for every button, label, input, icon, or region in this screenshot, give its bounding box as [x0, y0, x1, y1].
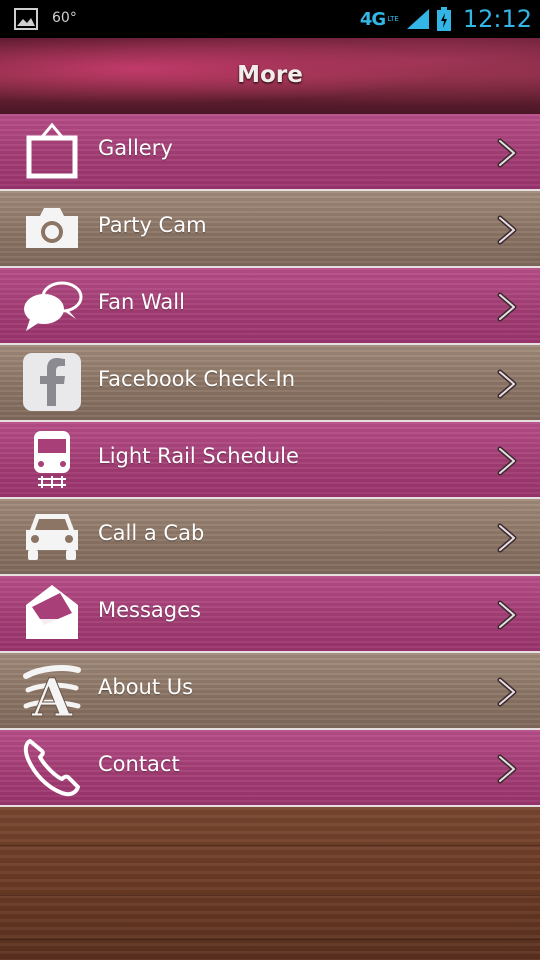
- menu-item-facebook-check-in[interactable]: Facebook Check-In: [0, 345, 540, 422]
- menu-item-label: About Us: [98, 675, 194, 699]
- svg-text:A: A: [31, 668, 73, 720]
- wood-background: [0, 807, 540, 960]
- chevron-right-icon: [497, 446, 517, 476]
- menu-item-light-rail-schedule[interactable]: Light Rail Schedule: [0, 422, 540, 499]
- network-type: 4G: [359, 8, 386, 30]
- menu-item-label: Party Cam: [98, 213, 207, 237]
- menu-item-fan-wall[interactable]: Fan Wall: [0, 268, 540, 345]
- phone-icon: [23, 739, 80, 797]
- status-bar: 60° 4G LTE 12:12: [0, 0, 540, 38]
- picture-frame-icon: [26, 122, 78, 179]
- chevron-right-icon: [497, 600, 517, 630]
- chevron-right-icon: [497, 677, 517, 707]
- image-notification-icon: [14, 8, 38, 30]
- signal-icon: [406, 9, 429, 29]
- chevron-right-icon: [497, 292, 517, 322]
- header: More: [0, 38, 540, 114]
- page-title: More: [237, 62, 303, 88]
- menu-item-label: Messages: [98, 598, 201, 622]
- menu-list: Gallery Party Cam Fan Wall Facebook Chec…: [0, 114, 540, 807]
- wood-plank-line: [0, 939, 540, 940]
- chevron-right-icon: [497, 138, 517, 168]
- facebook-icon: [23, 353, 81, 411]
- menu-item-label: Facebook Check-In: [98, 367, 296, 391]
- train-icon: [34, 431, 70, 488]
- menu-item-gallery[interactable]: Gallery: [0, 114, 540, 191]
- chevron-right-icon: [497, 754, 517, 784]
- chat-bubbles-icon: [24, 281, 83, 331]
- menu-item-contact[interactable]: Contact: [0, 730, 540, 807]
- chevron-right-icon: [497, 523, 517, 553]
- menu-item-about-us[interactable]: A About Us: [0, 653, 540, 730]
- status-indicators: 4G LTE 12:12: [360, 0, 532, 38]
- menu-item-label: Gallery: [98, 136, 173, 160]
- clock: 12:12: [462, 5, 532, 33]
- menu-item-party-cam[interactable]: Party Cam: [0, 191, 540, 268]
- temperature-text: 60°: [52, 10, 77, 26]
- menu-item-label: Contact: [98, 752, 180, 776]
- wood-plank-line: [0, 845, 540, 846]
- letter-a-icon: A: [23, 665, 81, 720]
- battery-icon: [436, 7, 451, 31]
- network-subtype: LTE: [387, 15, 399, 23]
- envelope-icon: [26, 585, 78, 639]
- menu-item-label: Call a Cab: [98, 521, 205, 545]
- menu-item-call-a-cab[interactable]: Call a Cab: [0, 499, 540, 576]
- chevron-right-icon: [497, 215, 517, 245]
- chevron-right-icon: [497, 369, 517, 399]
- camera-icon: [26, 208, 78, 248]
- menu-item-messages[interactable]: Messages: [0, 576, 540, 653]
- car-icon: [26, 514, 78, 560]
- menu-item-label: Fan Wall: [98, 290, 185, 314]
- wood-plank-line: [0, 895, 540, 896]
- menu-item-label: Light Rail Schedule: [98, 444, 299, 468]
